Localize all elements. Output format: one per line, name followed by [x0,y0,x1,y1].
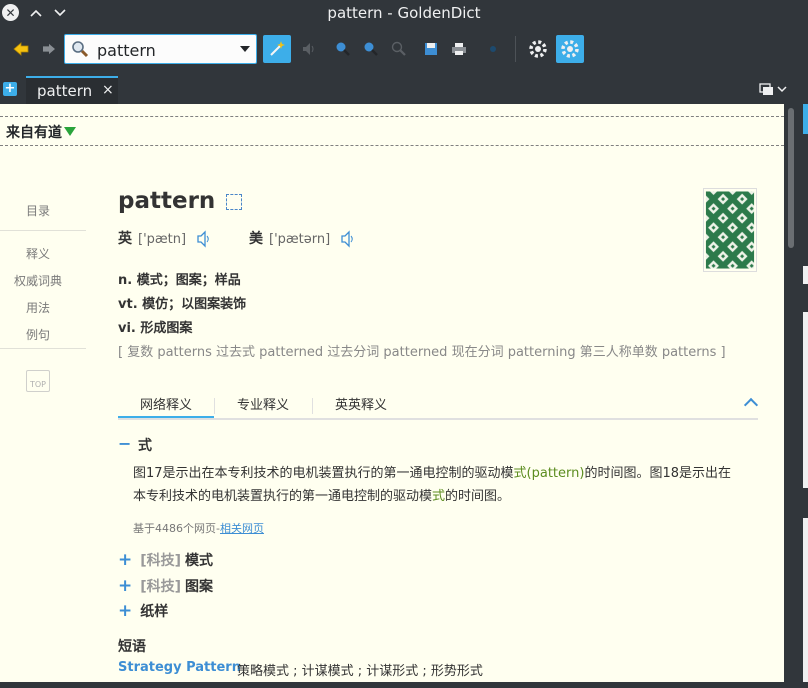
speaker-us-icon[interactable] [340,230,356,248]
tab-list-menu-icon[interactable] [758,82,788,98]
main-toolbar [0,26,808,74]
search-combobox[interactable] [64,34,257,64]
tab-professional-definitions[interactable]: 专业释义 [214,394,312,413]
para-text: 的时间图。 [445,489,511,504]
collapse-minus-icon[interactable]: − [118,434,131,453]
word-inflections: [ 复数 patterns 过去式 patterned 过去分词 pattern… [118,345,726,360]
related-pages-link[interactable]: 相关网页 [220,522,264,535]
definition-vt: vt. 模仿；以图案装饰 [118,297,247,312]
scrollbar-thumb[interactable] [788,108,794,248]
expand-plus-icon[interactable]: + [118,550,132,570]
preferences-gear-icon[interactable] [527,38,549,60]
tab-close-icon[interactable]: × [102,82,114,98]
settings-gear-icon [561,40,579,58]
tab-english-definitions[interactable]: 英英释义 [312,394,410,413]
forward-arrow-icon[interactable] [38,38,60,60]
definition-noun: n. 模式；图案；样品 [118,273,241,288]
title-bar: ✕ pattern - GoldenDict [0,0,808,26]
domain-tag: [科技] [140,553,182,569]
search-input[interactable] [95,38,239,62]
right-edge-fragment [803,312,808,488]
article-view: 来自有道 目录 释义 权威词典 用法 例句 TOP pattern 英 ['pæt… [0,104,784,688]
definition-vi: vi. 形成图案 [118,321,193,336]
tab-web-definitions[interactable]: 网络释义 [118,394,214,413]
expand-plus-icon[interactable]: + [118,601,132,621]
pronunciation-uk: 英 ['pætn] [118,228,186,248]
sidebar-divider [0,348,86,349]
dictionary-header[interactable]: 来自有道 [0,116,784,146]
status-bar [0,682,784,688]
expand-row[interactable]: + [科技] 图案 [118,576,213,596]
dictionary-name: 来自有道 [6,125,62,141]
toolbar-separator [515,36,516,62]
para-highlight: 式 [432,489,446,504]
domain-tag: [科技] [140,579,182,595]
para-text: 图17是示出在本专利技术的电机装置执行的第一通电控制的驱动模 [133,466,514,481]
pron-us-ipa: ['pætərn] [269,232,331,247]
headword: pattern [118,188,216,214]
sidebar-item-examples[interactable]: 例句 [0,326,76,343]
pronunciation-us: 美 ['pætərn] [249,228,330,248]
search-icon [72,41,89,58]
print-icon[interactable] [448,38,470,60]
pattern-image[interactable] [703,188,757,272]
pron-us-label: 美 [249,231,263,247]
save-article-icon[interactable] [420,38,442,60]
right-edge-fragment [803,266,808,284]
history-dot-icon[interactable] [482,38,504,60]
sidebar-item-authority-dict[interactable]: 权威词典 [0,272,76,289]
add-to-wordbook-icon[interactable] [226,194,242,210]
tab-label: pattern [37,82,93,100]
new-tab-plus-icon[interactable]: + [3,82,17,96]
back-arrow-icon[interactable] [10,38,32,60]
phrase-english-link[interactable]: Strategy Pattern [118,660,241,675]
scan-popup-wand-button[interactable] [263,35,291,63]
pron-uk-label: 英 [118,231,132,247]
pronounce-speaker-icon[interactable] [299,38,321,60]
zoom-out-icon[interactable] [360,38,382,60]
expand-plus-icon[interactable]: + [118,576,132,596]
tab-pattern[interactable]: pattern × [26,76,118,104]
dropdown-arrow-icon[interactable] [240,46,250,52]
zoom-reset-icon[interactable] [388,38,410,60]
back-to-top-icon[interactable]: TOP [26,370,50,392]
expand-row-text: 图案 [185,579,214,595]
pron-uk-ipa: ['pætn] [138,232,187,247]
source-text: 基于4486个网页- [133,522,220,535]
sidebar-item-definitions[interactable]: 释义 [0,245,76,262]
phrases-heading: 短语 [118,639,146,655]
web-def-title: 式 [138,438,152,454]
settings-gear-button[interactable] [556,35,584,63]
right-edge-fragment [803,518,808,682]
expand-row[interactable]: + [科技] 模式 [118,550,213,570]
expand-row-text: 纸样 [140,604,169,620]
web-def-source: 基于4486个网页-相关网页 [133,520,264,536]
active-tab-underline [118,416,214,418]
expand-row[interactable]: + 纸样 [118,601,168,621]
magic-wand-icon [270,41,285,56]
speaker-uk-icon[interactable] [196,230,212,248]
phrase-chinese: 策略模式 ; 计谋模式 ; 计谋形式 ; 形势形式 [237,664,483,679]
sidebar-divider [0,230,86,231]
zoom-in-icon[interactable] [332,38,354,60]
sidebar-item-toc[interactable]: 目录 [0,202,76,219]
collapse-triangle-icon[interactable] [64,127,76,136]
right-edge-highlight [803,104,808,134]
definition-tabs: 网络释义 专业释义 英英释义 [118,388,758,420]
tab-bar: + pattern × [0,74,808,104]
window-title: pattern - GoldenDict [327,4,481,22]
para-highlight: 式(pattern) [513,466,585,481]
web-def-paragraph: 图17是示出在本专利技术的电机装置执行的第一通电控制的驱动模式(pattern)… [133,462,743,508]
expand-row-text: 模式 [185,553,214,569]
sidebar-item-usage[interactable]: 用法 [0,299,76,316]
